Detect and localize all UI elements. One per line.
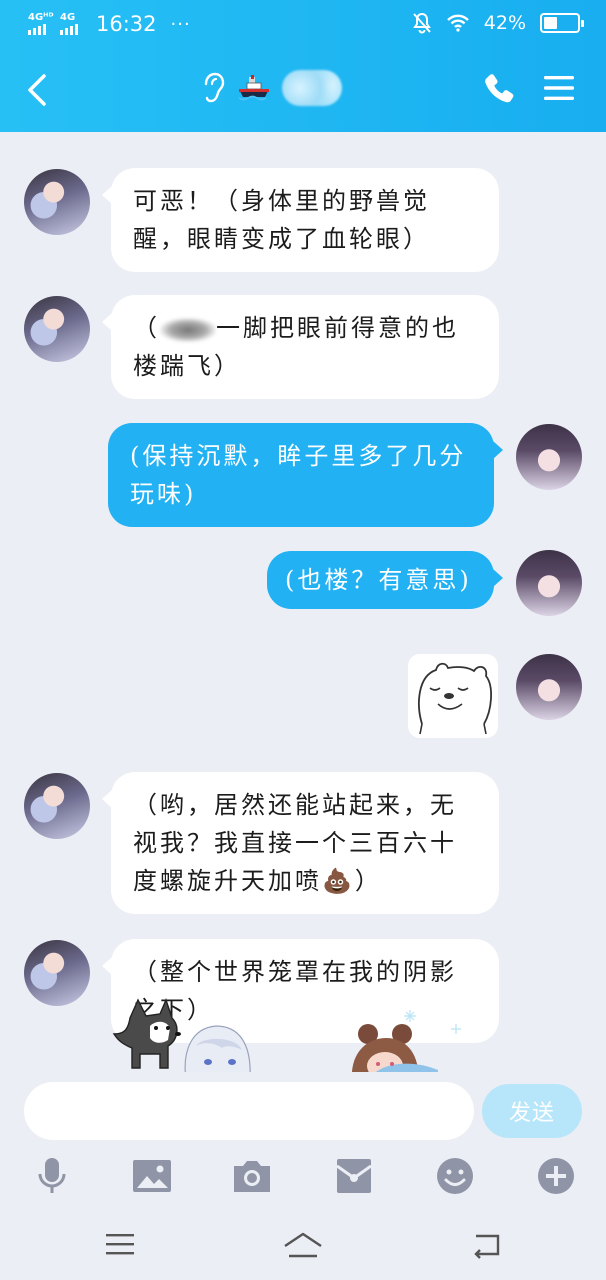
back-arrow-icon[interactable] xyxy=(20,68,60,112)
bear-sticker[interactable] xyxy=(408,654,498,738)
status-time: 16:32 xyxy=(96,12,157,36)
wifi-icon xyxy=(446,14,469,32)
input-bar: 发送 xyxy=(0,1072,606,1280)
decorative-characters xyxy=(112,998,461,1080)
back-icon[interactable] xyxy=(466,1230,506,1260)
ship-emoji-icon xyxy=(238,75,269,101)
my-avatar[interactable] xyxy=(516,654,582,720)
contact-avatar[interactable] xyxy=(24,773,90,839)
camera-icon[interactable] xyxy=(232,1156,272,1196)
contact-name-blurred xyxy=(282,70,342,106)
chat-message-list[interactable]: 可恶！（身体里的野兽觉醒，眼睛变成了血轮眼） （一脚把眼前得意的也楼踹飞） (保… xyxy=(0,132,606,1072)
ear-icon xyxy=(204,72,225,103)
phone-icon[interactable] xyxy=(482,72,516,106)
my-avatar[interactable] xyxy=(516,550,582,616)
husky-sticker-icon xyxy=(112,998,181,1069)
status-bar: 4Gᴴᴰ 4G 16:32 ··· 42% xyxy=(0,0,606,48)
message-input[interactable] xyxy=(24,1082,474,1140)
message-text: 可恶！（身体里的野兽觉醒，眼睛变成了血轮眼） xyxy=(133,187,430,253)
more-notifications: ··· xyxy=(170,13,191,35)
menu-icon[interactable] xyxy=(544,74,574,102)
home-icon[interactable] xyxy=(283,1230,323,1260)
mute-icon xyxy=(412,12,431,34)
microphone-icon[interactable] xyxy=(32,1156,72,1196)
plus-icon[interactable] xyxy=(536,1156,576,1196)
message-text: (保持沉默，眸子里多了几分玩味) xyxy=(130,442,467,508)
blurred-name xyxy=(160,317,216,342)
image-icon[interactable] xyxy=(132,1156,172,1196)
signal-icon: 4Gᴴᴰ xyxy=(28,13,54,35)
system-navigation-bar xyxy=(0,1222,606,1280)
my-avatar[interactable] xyxy=(516,424,582,490)
contact-avatar[interactable] xyxy=(24,296,90,362)
battery-percent: 42% xyxy=(483,12,526,34)
send-button[interactable]: 发送 xyxy=(482,1084,582,1138)
input-toolbar xyxy=(0,1156,606,1206)
battery-icon xyxy=(540,13,584,33)
message-text: （哟，居然还能站起来，无视我？我直接一个三百六十度螺旋升天加喷💩） xyxy=(133,791,457,895)
message-bubble-incoming[interactable]: 可恶！（身体里的野兽觉醒，眼睛变成了血轮眼） xyxy=(102,168,499,272)
recent-apps-icon[interactable] xyxy=(102,1230,142,1260)
snowflake-icon xyxy=(404,1010,461,1034)
bear-sticker-image xyxy=(418,662,492,735)
message-bubble-incoming[interactable]: （哟，居然还能站起来，无视我？我直接一个三百六十度螺旋升天加喷💩） xyxy=(102,772,499,914)
message-bubble-incoming[interactable]: （一脚把眼前得意的也楼踹飞） xyxy=(102,295,499,399)
contact-avatar[interactable] xyxy=(24,169,90,235)
message-text-prefix: （ xyxy=(133,314,160,342)
nav-bar xyxy=(0,58,606,122)
message-bubble-outgoing[interactable]: (保持沉默，眸子里多了几分玩味) xyxy=(108,423,503,527)
red-packet-icon[interactable] xyxy=(334,1156,374,1196)
chat-header: 4Gᴴᴰ 4G 16:32 ··· 42% xyxy=(0,0,606,132)
signal-icon-2: 4G xyxy=(60,13,86,35)
emoji-icon[interactable] xyxy=(435,1156,475,1196)
message-bubble-outgoing[interactable]: (也楼？有意思) xyxy=(267,551,503,609)
message-text: (也楼？有意思) xyxy=(285,566,472,594)
contact-name[interactable] xyxy=(200,70,342,106)
